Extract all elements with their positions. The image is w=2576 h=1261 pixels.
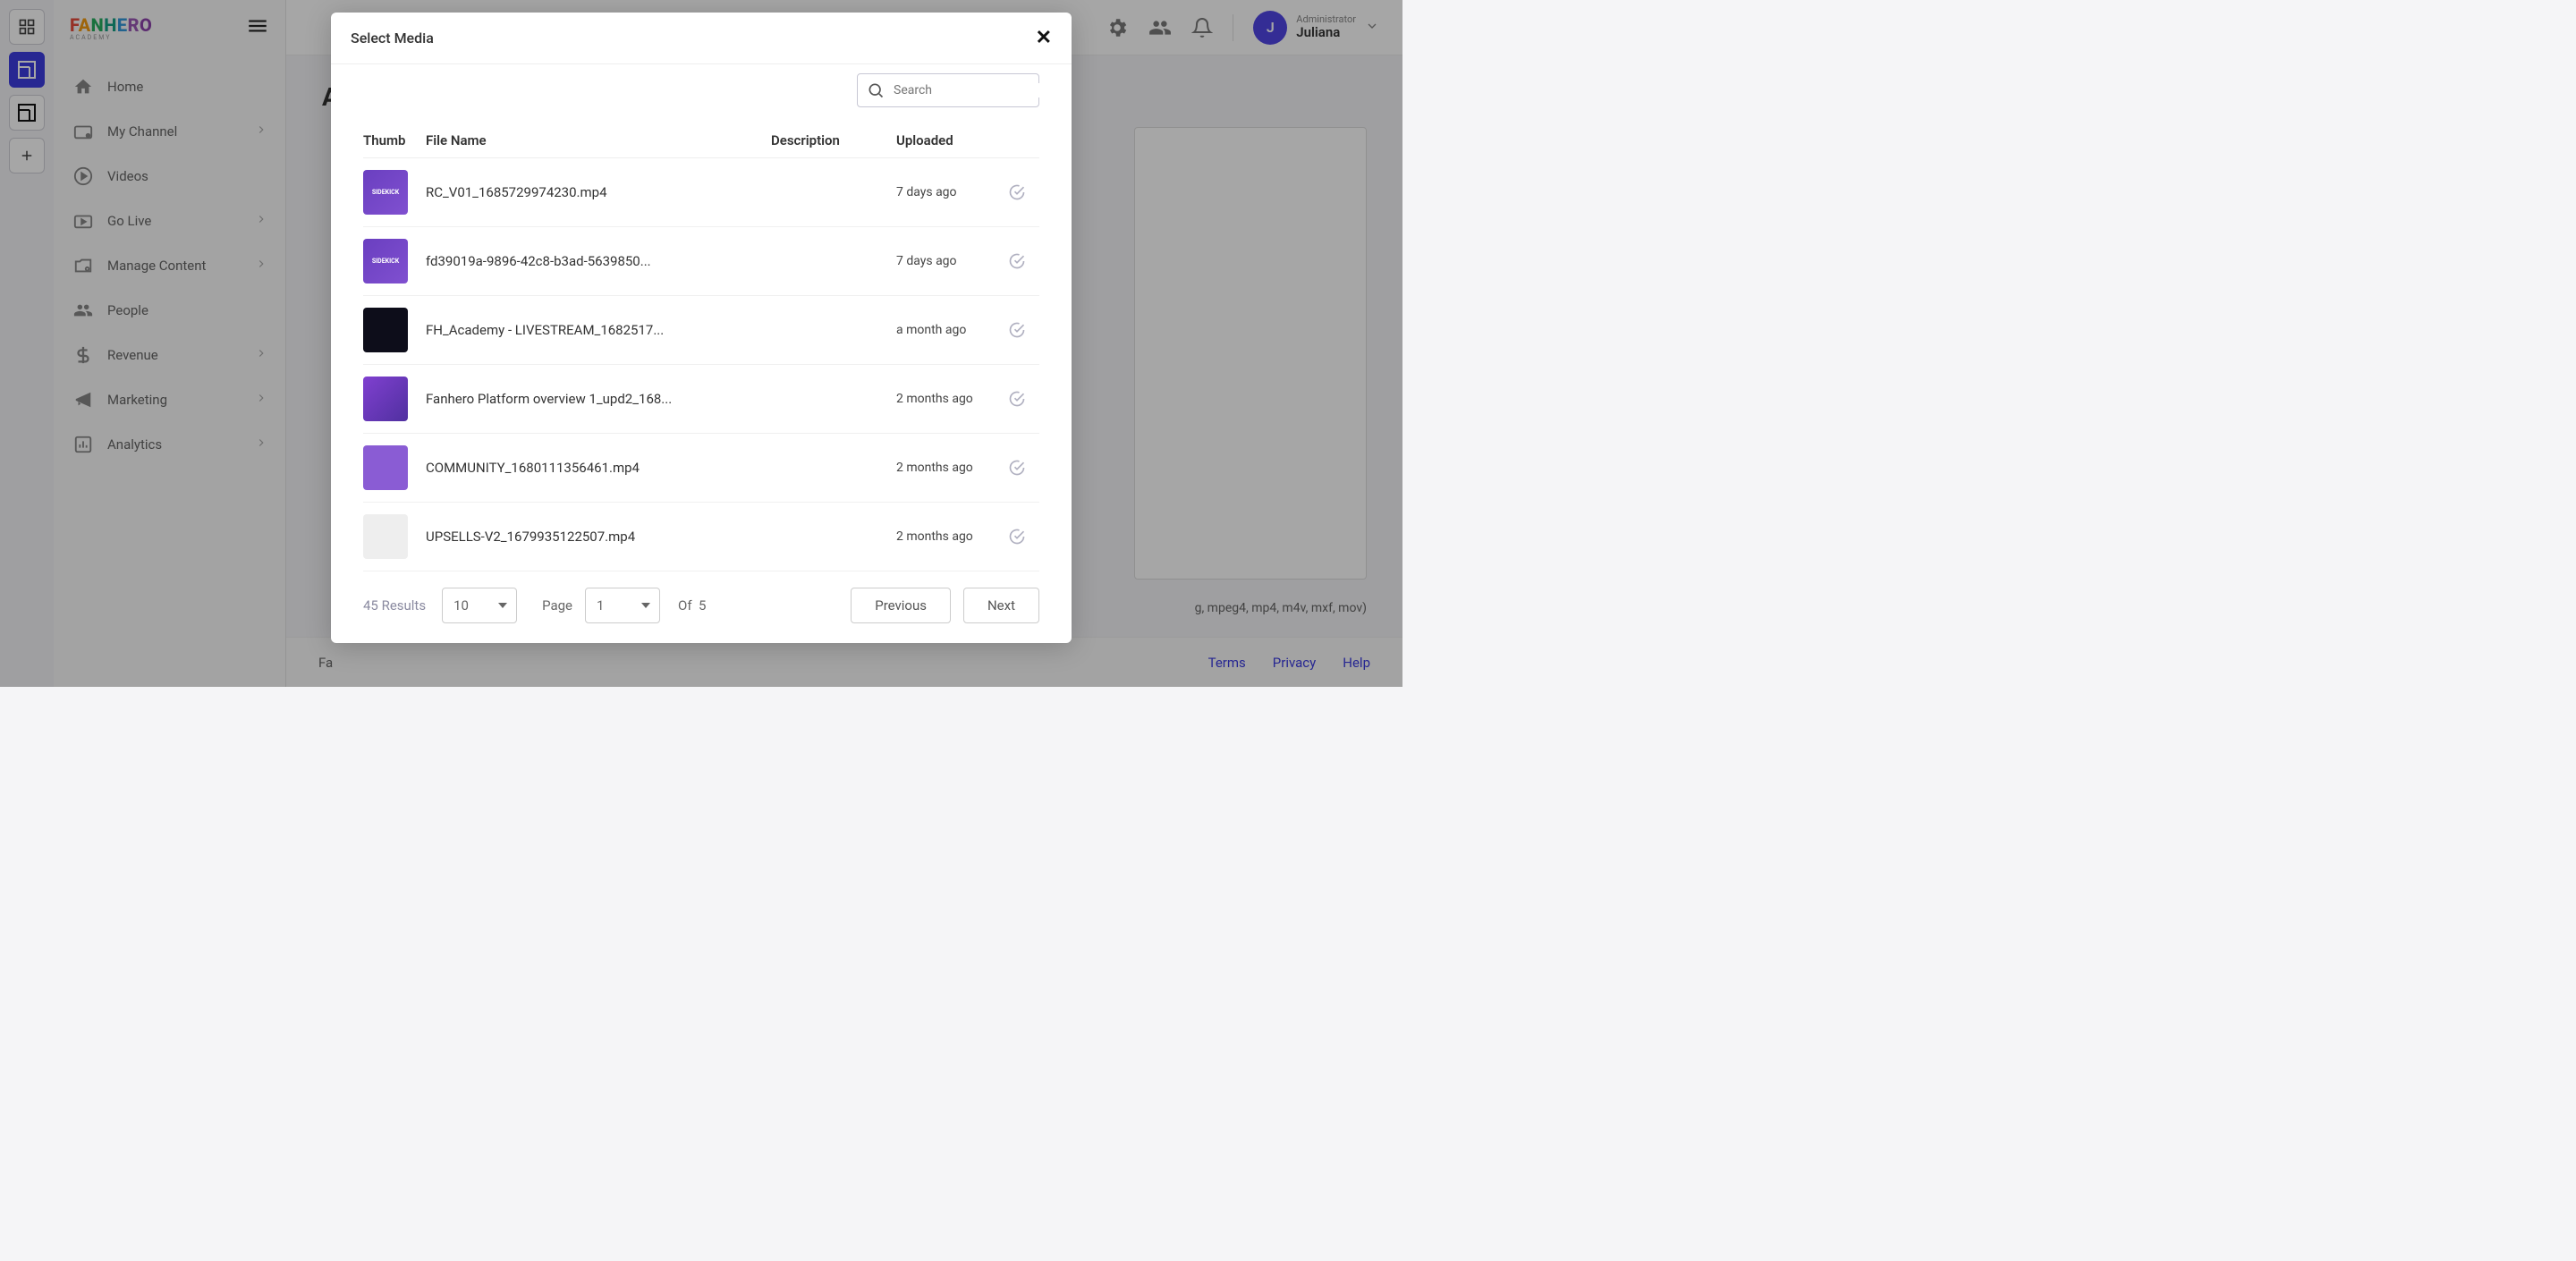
per-page-select[interactable]: 10	[442, 588, 517, 623]
table-row[interactable]: COMMUNITY_1680111356461.mp4 2 months ago	[363, 434, 1039, 503]
table-row[interactable]: SIDEKICK RC_V01_1685729974230.mp4 7 days a…	[363, 158, 1039, 227]
file-name: Fanhero Platform overview 1_upd2_168...	[426, 391, 771, 407]
thumbnail: SIDEKICK	[363, 239, 408, 284]
modal-title: Select Media	[351, 30, 434, 47]
close-icon[interactable]: ✕	[1036, 27, 1052, 49]
table-row[interactable]: UPSELLS-V2_1679935122507.mp4 2 months ago	[363, 503, 1039, 571]
next-button[interactable]: Next	[963, 588, 1039, 623]
search-input[interactable]	[894, 83, 1053, 97]
pagination: 45 Results 10 Page 1 Of 5 Previous Next	[363, 571, 1039, 627]
thumbnail	[363, 377, 408, 421]
file-name: RC_V01_1685729974230.mp4	[426, 184, 771, 200]
table-row[interactable]: FH_Academy - LIVESTREAM_1682517... a mont…	[363, 296, 1039, 365]
select-media-modal: Select Media ✕ Thumb File Name Descripti…	[331, 13, 1072, 643]
table-row[interactable]: SIDEKICK fd39019a-9896-42c8-b3ad-5639850.…	[363, 227, 1039, 296]
col-filename: File Name	[426, 132, 771, 148]
file-name: UPSELLS-V2_1679935122507.mp4	[426, 529, 771, 545]
check-icon	[995, 459, 1039, 477]
page-select[interactable]: 1	[585, 588, 660, 623]
modal-header: Select Media ✕	[331, 13, 1072, 64]
check-icon	[995, 528, 1039, 546]
check-icon	[995, 183, 1039, 201]
check-icon	[995, 252, 1039, 270]
uploaded-time: 2 months ago	[896, 461, 995, 476]
thumbnail	[363, 445, 408, 490]
table-row[interactable]: Fanhero Platform overview 1_upd2_168... 2…	[363, 365, 1039, 434]
uploaded-time: 7 days ago	[896, 185, 995, 200]
modal-body: Thumb File Name Description Uploaded SID…	[331, 64, 1072, 643]
table-header: Thumb File Name Description Uploaded	[363, 123, 1039, 158]
search-box[interactable]	[857, 73, 1039, 107]
check-icon	[995, 390, 1039, 408]
thumbnail	[363, 308, 408, 352]
uploaded-time: 7 days ago	[896, 254, 995, 269]
thumbnail	[363, 514, 408, 559]
uploaded-time: 2 months ago	[896, 529, 995, 545]
previous-button[interactable]: Previous	[851, 588, 951, 623]
file-name: COMMUNITY_1680111356461.mp4	[426, 460, 771, 476]
uploaded-time: a month ago	[896, 323, 995, 338]
results-count: 45 Results	[363, 597, 426, 614]
col-thumb: Thumb	[363, 132, 426, 148]
file-name: FH_Academy - LIVESTREAM_1682517...	[426, 322, 771, 338]
media-table: Thumb File Name Description Uploaded SID…	[363, 123, 1039, 571]
search-icon	[867, 81, 885, 99]
col-description: Description	[771, 132, 896, 148]
uploaded-time: 2 months ago	[896, 392, 995, 407]
check-icon	[995, 321, 1039, 339]
of-label: Of 5	[678, 597, 706, 614]
file-name: fd39019a-9896-42c8-b3ad-5639850...	[426, 253, 771, 269]
col-uploaded: Uploaded	[896, 132, 995, 148]
page-label: Page	[542, 597, 572, 614]
thumbnail: SIDEKICK	[363, 170, 408, 215]
